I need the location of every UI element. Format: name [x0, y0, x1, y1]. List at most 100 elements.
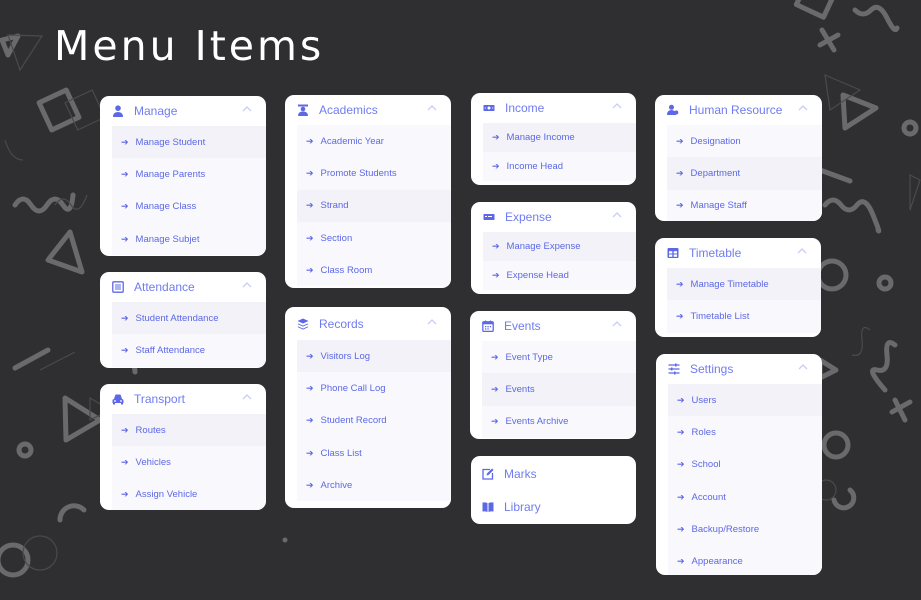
menu-card-header-transport[interactable]: Transport — [100, 384, 266, 414]
menu-item[interactable]: ➔ Events Archive — [482, 406, 636, 438]
menu-item[interactable]: ➔ Routes — [112, 414, 266, 447]
arrow-right-icon: ➔ — [677, 491, 685, 502]
menu-item[interactable]: ➔ Roles — [668, 416, 822, 448]
menu-item[interactable]: ➔ Section — [297, 222, 451, 254]
arrow-right-icon: ➔ — [121, 424, 129, 435]
menu-card-timetable: Timetable ➔ Manage Timetable ➔ Timetable L… — [655, 238, 821, 337]
arrow-right-icon: ➔ — [306, 167, 314, 178]
menu-item[interactable]: ➔ Manage Expense — [483, 232, 636, 261]
arrow-right-icon: ➔ — [306, 415, 314, 426]
menu-item[interactable]: ➔ Manage Income — [483, 123, 636, 152]
arrow-right-icon: ➔ — [677, 523, 685, 534]
users-icon — [667, 104, 679, 116]
menu-items: ➔ Manage Timetable ➔ Timetable List — [667, 268, 821, 333]
arrow-right-icon: ➔ — [676, 200, 684, 211]
menu-item[interactable]: ➔ Student Record — [297, 405, 451, 437]
chevron-up-icon[interactable] — [612, 320, 622, 328]
menu-item[interactable]: ➔ Manage Parents — [112, 158, 266, 190]
menu-item[interactable]: ➔ Users — [668, 384, 822, 417]
menu-item[interactable]: ➔ Department — [667, 157, 822, 190]
arrow-right-icon: ➔ — [306, 264, 314, 275]
menu-card-header-manage[interactable]: Manage — [100, 96, 266, 126]
menu-item[interactable]: ➔ Class List — [297, 437, 451, 469]
menu-card-header-expense[interactable]: Expense — [471, 202, 636, 232]
menu-card-human-resource: Human Resource ➔ Designation ➔ Department … — [655, 95, 822, 221]
chevron-up-icon[interactable] — [242, 281, 252, 289]
graduate-icon — [297, 104, 309, 116]
page-title: Menu Items — [54, 22, 325, 70]
arrow-right-icon: ➔ — [492, 241, 500, 251]
edit-icon — [482, 468, 494, 480]
chevron-up-icon[interactable] — [612, 102, 622, 110]
arrow-right-icon: ➔ — [491, 416, 499, 427]
menu-item[interactable]: ➔ Staff Attendance — [112, 334, 266, 366]
menu-item[interactable]: ➔ Manage Timetable — [667, 268, 821, 301]
menu-card-header-events[interactable]: Events — [470, 311, 636, 341]
arrow-right-icon: ➔ — [492, 161, 500, 171]
menu-item[interactable]: ➔ Event Type — [482, 341, 636, 373]
chevron-up-icon[interactable] — [612, 211, 622, 219]
arrow-right-icon: ➔ — [306, 479, 314, 490]
menu-item[interactable]: ➔ Backup/Restore — [668, 513, 822, 545]
menu-card-expense: Expense ➔ Manage Expense ➔ Expense Head — [471, 202, 636, 294]
menu-item[interactable]: ➔ Timetable List — [667, 300, 821, 332]
chevron-up-icon[interactable] — [242, 393, 252, 401]
menu-item[interactable]: ➔ Visitors Log — [297, 340, 451, 373]
arrow-right-icon: ➔ — [676, 135, 684, 146]
menu-item[interactable]: ➔ Designation — [667, 125, 822, 157]
arrow-right-icon: ➔ — [121, 456, 129, 467]
menu-item[interactable]: ➔ Student Attendance — [112, 302, 266, 335]
menu-item[interactable]: ➔ Manage Class — [112, 191, 266, 223]
arrow-right-icon: ➔ — [491, 383, 499, 394]
arrow-right-icon: ➔ — [306, 382, 314, 393]
menu-item[interactable]: ➔ Phone Call Log — [297, 372, 451, 404]
menu-item[interactable]: ➔ Strand — [297, 189, 451, 222]
menu-item[interactable]: ➔ Archive — [297, 469, 451, 501]
menu-item[interactable]: ➔ Academic Year — [297, 125, 451, 157]
chevron-up-icon[interactable] — [797, 247, 807, 255]
menu-card-header-academics[interactable]: Academics — [285, 95, 451, 125]
menu-card-header-attendance[interactable]: Attendance — [100, 272, 266, 302]
menu-card-header-human-resource[interactable]: Human Resource — [655, 95, 822, 125]
menu-item-marks[interactable]: Marks — [471, 458, 636, 489]
chevron-up-icon[interactable] — [798, 104, 808, 112]
arrow-right-icon: ➔ — [676, 278, 684, 289]
arrow-right-icon: ➔ — [306, 447, 314, 458]
table-icon — [667, 247, 679, 259]
chevron-up-icon[interactable] — [427, 318, 437, 326]
menu-card-header-timetable[interactable]: Timetable — [655, 238, 821, 268]
calendar-icon — [482, 320, 494, 332]
menu-item[interactable]: ➔ Manage Staff — [667, 190, 822, 221]
list-icon — [112, 281, 124, 293]
menu-item[interactable]: ➔ Income Head — [483, 152, 636, 181]
menu-item[interactable]: ➔ Class Room — [297, 254, 451, 286]
menu-item[interactable]: ➔ Promote Students — [297, 157, 451, 189]
menu-item-library[interactable]: Library — [471, 489, 636, 524]
menu-card-header-settings[interactable]: Settings — [656, 354, 822, 384]
arrow-right-icon: ➔ — [492, 270, 500, 280]
menu-item[interactable]: ➔ Events — [482, 373, 636, 406]
menu-card-title: Settings — [690, 362, 734, 376]
menu-item[interactable]: ➔ Account — [668, 481, 822, 513]
car-icon — [112, 393, 124, 405]
menu-card-title: Income — [505, 101, 545, 115]
chevron-up-icon[interactable] — [427, 104, 437, 112]
menu-item[interactable]: ➔ Manage Student — [112, 126, 266, 159]
menu-item[interactable]: ➔ Assign Vehicle — [112, 479, 266, 510]
menu-item[interactable]: ➔ Expense Head — [483, 261, 636, 290]
chevron-up-icon[interactable] — [798, 363, 808, 371]
menu-item[interactable]: ➔ Manage Subjet — [112, 223, 266, 255]
menu-card-header-records[interactable]: Records — [285, 307, 451, 340]
menu-item[interactable]: ➔ Vehicles — [112, 446, 266, 478]
menu-card-marks-library: Marks Library — [471, 456, 636, 524]
chevron-up-icon[interactable] — [242, 105, 252, 113]
menu-card-transport: Transport ➔ Routes ➔ Vehicles ➔ Assign Vehi… — [100, 384, 266, 510]
menu-item[interactable]: ➔ Appearance — [668, 545, 822, 575]
arrow-right-icon: ➔ — [676, 310, 684, 321]
sliders-icon — [668, 363, 680, 375]
arrow-right-icon: ➔ — [121, 233, 129, 244]
arrow-right-icon: ➔ — [121, 168, 129, 179]
arrow-right-icon: ➔ — [677, 459, 685, 470]
menu-card-header-income[interactable]: Income — [471, 93, 636, 123]
menu-item[interactable]: ➔ School — [668, 449, 822, 481]
